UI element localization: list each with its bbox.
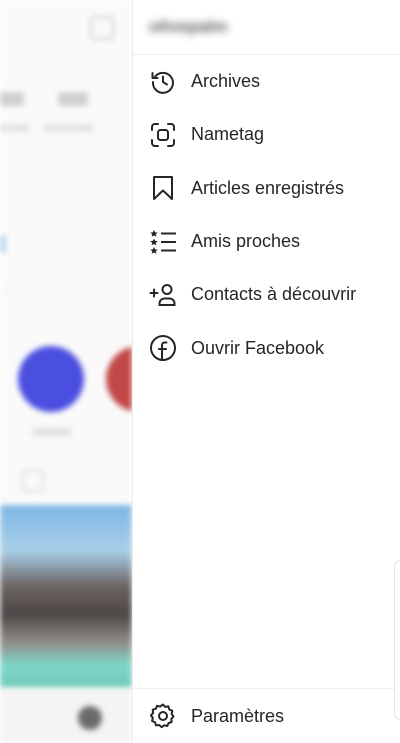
settings-label: Paramètres — [191, 705, 285, 726]
menu-item-label: Contacts à découvrir — [191, 284, 357, 305]
menu-item-discover-people[interactable]: Contacts à découvrir — [133, 268, 400, 321]
background-stat-label — [0, 124, 30, 132]
bookmark-icon — [149, 174, 177, 202]
menu-item-open-facebook[interactable]: Ouvrir Facebook — [133, 321, 400, 374]
menu-item-label: Ouvrir Facebook — [191, 337, 325, 358]
background-stat — [0, 92, 24, 106]
close-friends-list-icon — [149, 228, 177, 256]
background-stat — [58, 92, 88, 106]
background-story-avatar — [18, 346, 84, 412]
drawer-header: olivepalm — [133, 0, 400, 55]
facebook-icon — [149, 334, 177, 362]
background-story-label — [32, 428, 72, 436]
background-post-photo — [0, 505, 132, 687]
background-profile-page — [0, 0, 132, 743]
nametag-scan-icon — [149, 121, 177, 149]
side-drawer: olivepalm Archives Nametag Articles enre… — [132, 0, 400, 743]
menu-item-saved[interactable]: Articles enregistrés — [133, 162, 400, 215]
background-profile-icon — [78, 706, 102, 730]
settings-gear-icon — [149, 702, 177, 730]
menu-item-label: Articles enregistrés — [191, 177, 345, 198]
menu-item-label: Amis proches — [191, 231, 301, 252]
background-link — [0, 235, 6, 253]
menu-item-close-friends[interactable]: Amis proches — [133, 215, 400, 268]
edge-panel-handle[interactable] — [394, 560, 400, 720]
drawer-username: olivepalm — [149, 17, 228, 36]
background-menu-icon — [90, 16, 114, 40]
background-divider — [0, 290, 132, 291]
menu-item-archives[interactable]: Archives — [133, 55, 400, 108]
menu-item-nametag[interactable]: Nametag — [133, 108, 400, 161]
background-story-avatar — [106, 346, 132, 412]
menu-item-label: Nametag — [191, 124, 265, 145]
background-bottom-bar — [0, 690, 132, 743]
drawer-menu: Archives Nametag Articles enregistrés Am… — [133, 55, 400, 375]
menu-item-label: Archives — [191, 71, 261, 92]
background-stat-label — [44, 124, 94, 132]
archive-clock-icon — [149, 68, 177, 96]
background-grid-icon — [22, 470, 44, 492]
add-person-icon — [149, 281, 177, 309]
menu-item-settings[interactable]: Paramètres — [133, 688, 400, 743]
